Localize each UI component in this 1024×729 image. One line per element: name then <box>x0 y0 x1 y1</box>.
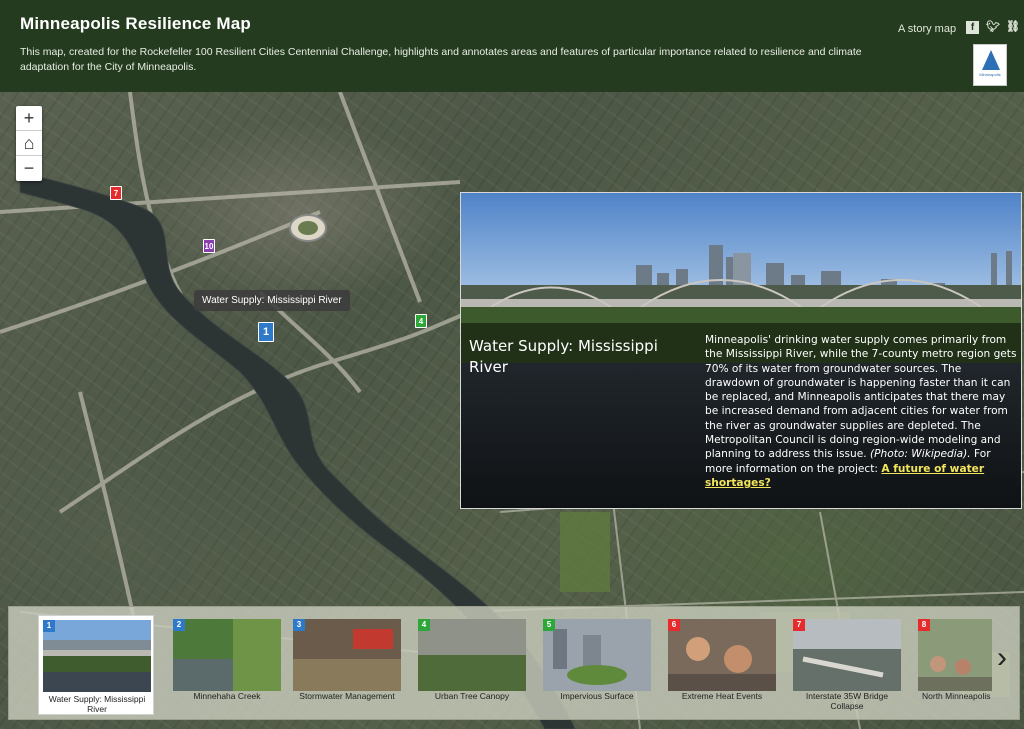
thumb-image <box>293 619 401 691</box>
sailboat-icon <box>982 50 1000 70</box>
story-carousel: 1 Water Supply: Mississippi River 2 Minn… <box>8 606 1020 720</box>
thumb-image <box>43 620 151 692</box>
page-subtitle: This map, created for the Rockefeller 10… <box>20 46 862 73</box>
thumb-caption: Stormwater Management <box>299 691 395 701</box>
thumb-caption: North Minneapolis <box>922 691 991 701</box>
page-title: Minneapolis Resilience Map <box>20 14 251 33</box>
city-logo: Minneapolis <box>973 44 1007 86</box>
map-tooltip: Water Supply: Mississippi River <box>194 290 350 311</box>
zoom-in-button[interactable]: + <box>16 106 42 131</box>
story-map-label: A story map <box>898 23 957 35</box>
thumb-image <box>418 619 526 691</box>
thumb-image <box>668 619 776 691</box>
carousel-next-button[interactable]: › <box>997 643 1007 673</box>
app-header: Minneapolis Resilience Map This map, cre… <box>0 0 1024 92</box>
zoom-out-button[interactable]: − <box>16 156 42 181</box>
panel-body: Minneapolis' drinking water supply comes… <box>705 333 1017 490</box>
thumb-caption: Urban Tree Canopy <box>434 691 510 701</box>
thumb-number: 8 <box>918 619 930 631</box>
map-pin-1[interactable]: 1 <box>258 322 274 342</box>
thumb-number: 5 <box>543 619 555 631</box>
facebook-icon[interactable]: f <box>966 21 979 34</box>
carousel-item-6[interactable]: 6 Extreme Heat Events <box>664 615 780 715</box>
thumb-caption: Impervious Surface <box>560 691 634 701</box>
thumb-number: 7 <box>793 619 805 631</box>
link-icon[interactable]: ⛓︎ <box>1006 21 1020 34</box>
thumb-caption: Water Supply: Mississippi River <box>48 694 146 714</box>
thumb-image <box>543 619 651 691</box>
logo-text: Minneapolis <box>979 72 1001 77</box>
map-pin-10[interactable]: 10 <box>203 239 215 253</box>
carousel-item-1[interactable]: 1 Water Supply: Mississippi River <box>38 615 154 715</box>
carousel-item-2[interactable]: 2 Minnehaha Creek <box>169 615 285 715</box>
thumb-number: 3 <box>293 619 305 631</box>
thumb-number: 1 <box>43 620 55 632</box>
zoom-controls: + ⌂ − <box>16 106 42 181</box>
thumb-caption: Interstate 35W Bridge Collapse <box>805 691 889 711</box>
carousel-item-4[interactable]: 4 Urban Tree Canopy <box>414 615 530 715</box>
carousel-item-8[interactable]: 8 North Minneapolis <box>914 615 992 715</box>
carousel-item-7[interactable]: 7 Interstate 35W Bridge Collapse <box>789 615 905 715</box>
thumb-image <box>173 619 281 691</box>
map-pin-7[interactable]: 7 <box>110 186 122 200</box>
thumb-number: 6 <box>668 619 680 631</box>
thumb-caption: Minnehaha Creek <box>193 691 261 701</box>
map-pin-4[interactable]: 4 <box>415 314 427 328</box>
story-panel: Water Supply: Mississippi River Minneapo… <box>460 192 1022 509</box>
thumb-number: 2 <box>173 619 185 631</box>
thumb-image <box>793 619 901 691</box>
photo-credit: (Photo: Wikipedia). <box>869 448 971 461</box>
carousel-item-3[interactable]: 3 Stormwater Management <box>289 615 405 715</box>
panel-title: Water Supply: Mississippi River <box>469 337 658 376</box>
home-button[interactable]: ⌂ <box>16 131 42 156</box>
twitter-icon[interactable]: 🐦︎ <box>986 21 1000 34</box>
share-bar: f 🐦︎ ⛓︎ <box>966 21 1020 34</box>
thumb-number: 4 <box>418 619 430 631</box>
panel-body-text: Minneapolis' drinking water supply comes… <box>705 334 1017 461</box>
carousel-item-5[interactable]: 5 Impervious Surface <box>539 615 655 715</box>
thumb-caption: Extreme Heat Events <box>681 691 763 701</box>
